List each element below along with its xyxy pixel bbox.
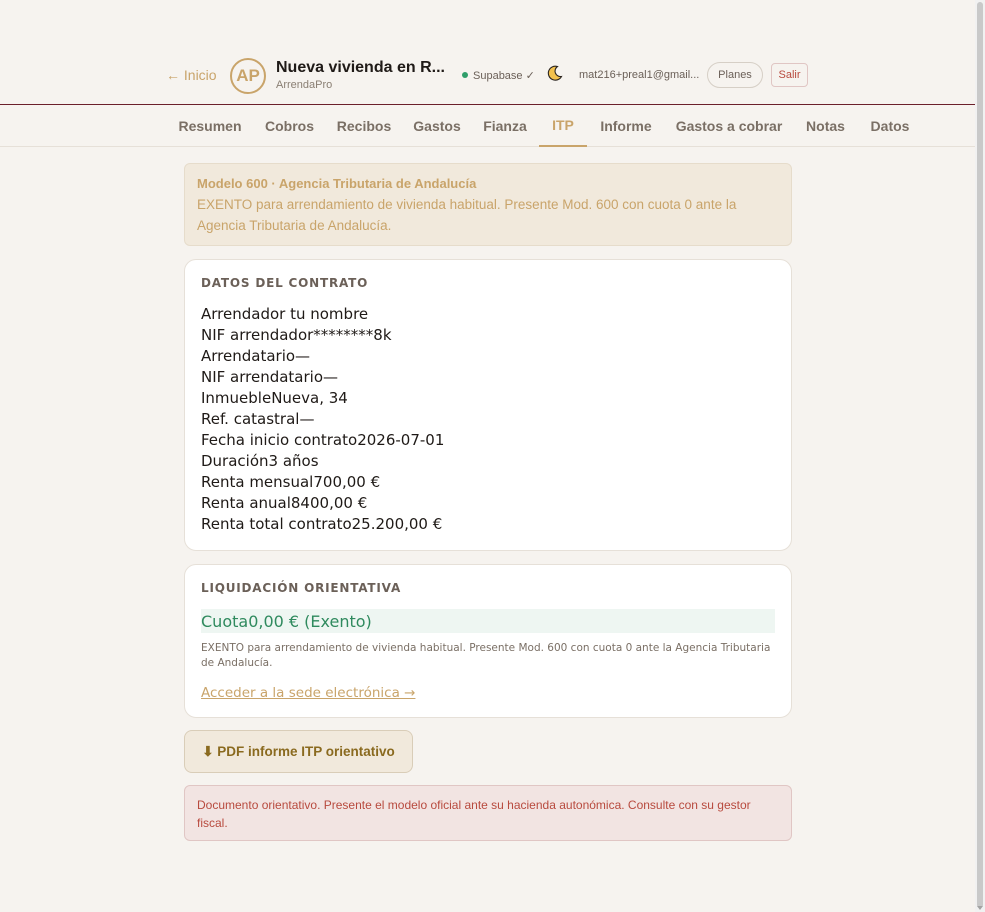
back-to-home-link[interactable]: ← Inicio [166, 67, 217, 83]
row-value: — [323, 368, 339, 386]
row-value: 3 años [268, 452, 319, 470]
avatar: AP [230, 58, 266, 94]
sync-status: Supabase ✓ [473, 70, 535, 82]
quota-label: Cuota [201, 611, 249, 631]
row-label: Renta mensual [201, 473, 314, 491]
row-label: Duración [201, 452, 269, 470]
logout-button[interactable]: Salir [771, 63, 808, 87]
page-title: Nueva vivienda en R... [276, 59, 445, 76]
row-value: tu nombre [285, 305, 369, 323]
banner-title: Modelo 600 · Agencia Tributaria de Andal… [197, 176, 477, 191]
row-label: Arrendador [201, 305, 286, 323]
contract-row: Duración3 años [201, 451, 775, 472]
app-name: ArrendaPro [276, 79, 333, 91]
contract-row: Ref. catastral— [201, 409, 775, 430]
row-value: 2026-07-01 [357, 431, 445, 449]
row-label: Renta anual [201, 494, 291, 512]
electronic-office-link[interactable]: Acceder a la sede electrónica → [201, 685, 415, 701]
contract-row: InmuebleNueva, 34 [201, 388, 775, 409]
liquidation-note: EXENTO para arrendamiento de vivienda ha… [201, 642, 771, 669]
row-label: Fecha inicio contrato [201, 431, 358, 449]
app-header: ← Inicio AP Nueva vivienda en R... Arren… [0, 48, 975, 105]
model-info-banner: Modelo 600 · Agencia Tributaria de Andal… [184, 163, 792, 246]
quota-row: Cuota 0,00 € (Exento) [201, 609, 775, 633]
row-value: — [295, 347, 311, 365]
contract-row: Renta mensual700,00 € [201, 472, 775, 493]
contract-row: NIF arrendatario— [201, 367, 775, 388]
scrollbar-thumb[interactable] [977, 2, 983, 908]
row-label: NIF arrendatario [201, 368, 324, 386]
contract-row: Fecha inicio contrato2026-07-01 [201, 430, 775, 451]
row-label: NIF arrendador [201, 326, 314, 344]
tab-itp[interactable]: ITP [539, 105, 587, 147]
row-value: — [299, 410, 315, 428]
row-label: Ref. catastral [201, 410, 300, 428]
contract-row: Renta total contrato25.200,00 € [201, 514, 775, 535]
tab-informe[interactable]: Informe [591, 105, 661, 147]
contract-row: NIF arrendador********8k [201, 325, 775, 346]
row-label: Inmueble [201, 389, 272, 407]
tab-bar: Resumen Cobros Recibos Gastos Fianza ITP… [0, 105, 975, 147]
contract-row: Arrendatario— [201, 346, 775, 367]
download-pdf-button[interactable]: ⬇ PDF informe ITP orientativo [184, 730, 413, 773]
tab-cobros[interactable]: Cobros [256, 105, 323, 147]
row-value: 700,00 € [313, 473, 381, 491]
plans-button[interactable]: Planes [707, 62, 763, 88]
page-scrollbar[interactable] [975, 0, 985, 912]
moon-icon[interactable] [546, 64, 564, 82]
user-email: mat216+preal1@gmail... [579, 69, 700, 81]
scroll-down-icon[interactable] [977, 906, 983, 910]
tab-recibos[interactable]: Recibos [327, 105, 401, 147]
row-value: Nueva, 34 [271, 389, 348, 407]
tab-datos[interactable]: Datos [860, 105, 920, 147]
tab-gastos-a-cobrar[interactable]: Gastos a cobrar [667, 105, 791, 147]
contract-row: Renta anual8400,00 € [201, 493, 775, 514]
tab-gastos[interactable]: Gastos [405, 105, 469, 147]
contract-card-title: DATOS DEL CONTRATO [201, 276, 369, 290]
liquidation-card-title: LIQUIDACIÓN ORIENTATIVA [201, 581, 402, 595]
row-value: ********8k [313, 326, 392, 344]
contract-row: Arrendador tu nombre [201, 304, 775, 325]
quota-value: 0,00 € (Exento) [248, 611, 372, 631]
row-value: 25.200,00 € [351, 515, 443, 533]
row-label: Renta total contrato [201, 515, 352, 533]
row-value: 8400,00 € [290, 494, 368, 512]
disclaimer-notice: Documento orientativo. Presente el model… [184, 785, 792, 841]
tab-notas[interactable]: Notas [797, 105, 854, 147]
row-label: Arrendatario [201, 347, 296, 365]
liquidation-card: LIQUIDACIÓN ORIENTATIVA Cuota 0,00 € (Exe… [184, 564, 792, 718]
banner-text: EXENTO para arrendamiento de vivienda ha… [197, 197, 737, 233]
tab-resumen[interactable]: Resumen [168, 105, 252, 147]
tab-fianza[interactable]: Fianza [473, 105, 537, 147]
contract-data-card: DATOS DEL CONTRATO Arrendador tu nombre … [184, 259, 792, 551]
sync-status-dot-icon [462, 72, 468, 78]
